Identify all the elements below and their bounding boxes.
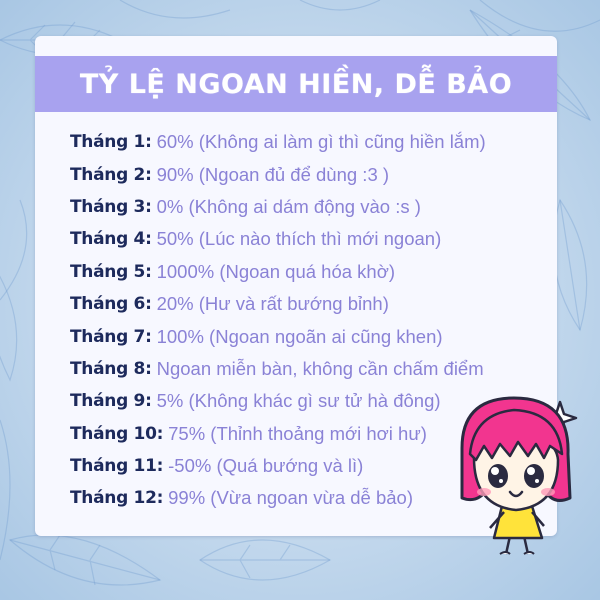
month-value: -50% (Quá bướng và lì)	[168, 455, 364, 477]
month-label: Tháng 4:	[70, 229, 152, 250]
list-item: Tháng 1: 60% (Không ai làm gì thì cũng h…	[70, 126, 550, 158]
month-value: 5% (Không khác gì sư tử hà đông)	[156, 390, 441, 412]
month-label: Tháng 5:	[70, 261, 152, 282]
list-item: Tháng 4: 50% (Lúc nào thích thì mới ngoa…	[70, 223, 550, 255]
list-item: Tháng 8: Ngoan miễn bàn, không cần chấm …	[70, 353, 550, 385]
month-value: 50% (Lúc nào thích thì mới ngoan)	[156, 228, 442, 250]
month-value: 90% (Ngoan đủ để dùng :3 )	[156, 163, 390, 185]
list-item: Tháng 3: 0% (Không ai dám động vào :s )	[70, 191, 550, 223]
month-value: 1000% (Ngoan quá hóa khờ)	[156, 260, 395, 282]
month-label: Tháng 7:	[70, 326, 152, 347]
month-value: 99% (Vừa ngoan vừa dễ bảo)	[168, 487, 413, 509]
month-label: Tháng 1:	[70, 132, 152, 153]
list-item: Tháng 5: 1000% (Ngoan quá hóa khờ)	[70, 256, 550, 288]
month-label: Tháng 3:	[70, 196, 152, 217]
month-value: 75% (Thỉnh thoảng mới hơi hư)	[168, 422, 427, 444]
month-label: Tháng 10:	[70, 423, 164, 444]
month-value: 0% (Không ai dám động vào :s )	[156, 195, 421, 217]
month-label: Tháng 11:	[70, 456, 164, 477]
month-value: 20% (Hư và rất bướng bỉnh)	[156, 293, 389, 315]
month-value: Ngoan miễn bàn, không cần chấm điểm	[156, 357, 484, 379]
page-title: TỶ LỆ NGOAN HIỀN, DỄ BẢO	[79, 68, 513, 100]
month-value: 60% (Không ai làm gì thì cũng hiền lắm)	[156, 131, 486, 153]
month-value: 100% (Ngoan ngoãn ai cũng khen)	[156, 325, 443, 347]
month-label: Tháng 2:	[70, 164, 152, 185]
month-label: Tháng 8:	[70, 358, 152, 379]
cartoon-girl-illustration	[460, 396, 578, 555]
month-label: Tháng 12:	[70, 488, 164, 509]
title-banner: TỶ LỆ NGOAN HIỀN, DỄ BẢO	[35, 56, 557, 112]
list-item: Tháng 2: 90% (Ngoan đủ để dùng :3 )	[70, 158, 550, 190]
month-label: Tháng 9:	[70, 391, 152, 412]
list-item: Tháng 6: 20% (Hư và rất bướng bỉnh)	[70, 288, 550, 320]
month-label: Tháng 6:	[70, 294, 152, 315]
list-item: Tháng 7: 100% (Ngoan ngoãn ai cũng khen)	[70, 320, 550, 352]
